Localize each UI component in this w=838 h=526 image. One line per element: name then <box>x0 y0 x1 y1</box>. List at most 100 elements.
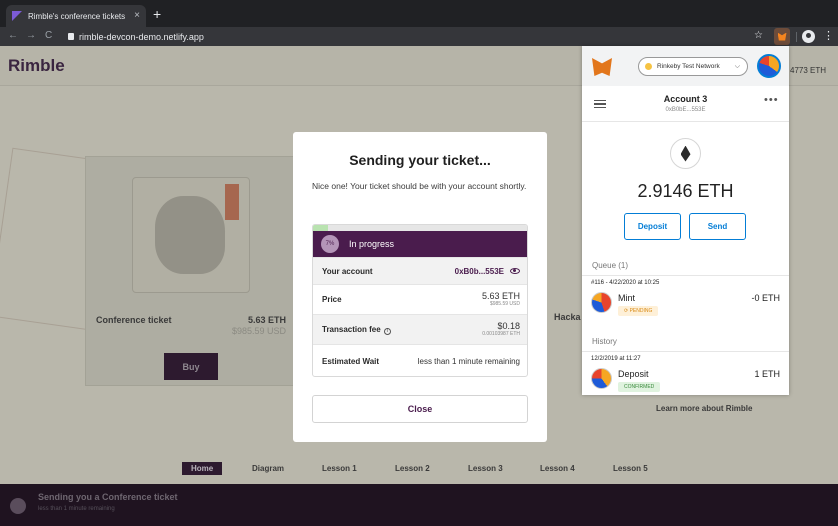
nav-lesson-4[interactable]: Lesson 4 <box>540 464 575 473</box>
status-label: In progress <box>349 239 395 249</box>
nav-home[interactable]: Home <box>182 462 223 475</box>
fee-eth: 0.00103987 ETH <box>482 330 520 337</box>
account-bar: Account 3 0xB0bE...553E ••• <box>582 86 789 122</box>
queue-divider <box>582 275 789 276</box>
fee-label-text: Transaction fee <box>322 324 381 334</box>
queue-transaction[interactable]: #116 - 4/22/2020 at 10:25 Mint -0 ETH ⟳ … <box>582 280 789 320</box>
ticket-price: 5.63 ETH <box>247 315 286 325</box>
modal-title: Sending your ticket... <box>349 152 491 168</box>
forward-icon[interactable]: → <box>26 29 36 43</box>
eth-balance: 2.9146 ETH <box>637 181 734 201</box>
browser-toolbar: ← → C rimble-devcon-demo.netlify.app ☆ ⋮ <box>0 27 838 46</box>
chevron-down-icon: ⌵ <box>734 62 740 70</box>
tab-close-icon[interactable]: × <box>134 11 140 21</box>
modal-description: Nice one! Your ticket should be with you… <box>312 181 527 191</box>
account-avatar[interactable] <box>757 54 781 78</box>
account-address: 0xB0b...553E <box>455 267 520 276</box>
header-eth-balance: 4773 ETH <box>790 66 827 75</box>
ticket-title: Conference ticket <box>96 315 172 325</box>
price-value: 5.63 ETH $985.59 USD <box>481 290 520 308</box>
wait-label: Estimated Wait <box>322 357 380 366</box>
learn-more-link[interactable]: Learn more about Rimble <box>656 404 752 413</box>
account-address-text: 0xB0b...553E <box>454 266 504 276</box>
back-icon[interactable]: ← <box>8 29 18 43</box>
lock-icon <box>68 33 74 40</box>
fee-usd: $0.18 <box>497 320 520 331</box>
network-status-icon <box>645 63 652 70</box>
status-banner: 7% In progress <box>313 231 527 257</box>
toast-title: Sending you a Conference ticket <box>38 492 178 502</box>
profile-avatar-icon[interactable] <box>802 30 815 43</box>
network-selector[interactable]: Rinkeby Test Network ⌵ <box>638 57 748 76</box>
metamask-popup: Rinkeby Test Network ⌵ Account 3 0xB0bE.… <box>582 46 789 395</box>
lesson-nav: Home Diagram Lesson 1 Lesson 2 Lesson 3 … <box>0 458 838 480</box>
fee-label: Transaction fee i <box>322 325 391 335</box>
pending-badge: ⟳ PENDING <box>618 306 659 316</box>
ticket-usd: $985.59 USD <box>231 326 286 336</box>
ethereum-icon <box>670 138 701 169</box>
close-button[interactable]: Close <box>312 395 528 423</box>
tx-identicon <box>591 292 612 313</box>
history-label: History <box>592 337 617 346</box>
history-divider <box>582 351 789 352</box>
new-tab-button[interactable]: + <box>153 7 161 21</box>
tx-identicon <box>591 368 612 389</box>
bookmark-star-icon[interactable]: ☆ <box>754 29 763 43</box>
row-price: Price 5.63 ETH $985.59 USD <box>313 284 527 314</box>
rimble-logo[interactable]: Rimble <box>8 56 65 76</box>
browser-tab-bar: Rimble's conference tickets × + <box>0 0 838 27</box>
tx-date: #116 - 4/22/2020 at 10:25 <box>591 280 660 286</box>
browser-menu-icon[interactable]: ⋮ <box>823 29 834 43</box>
fee-value: $0.18 0.00103987 ETH <box>482 320 520 338</box>
hackathon-card-title: Hacka <box>554 312 581 322</box>
tx-date: 12/2/2019 at 11:27 <box>591 356 641 362</box>
metamask-extension-button[interactable] <box>774 28 790 45</box>
browser-tab[interactable]: Rimble's conference tickets × <box>6 5 146 27</box>
buy-button[interactable]: Buy <box>164 353 218 380</box>
nav-lesson-5[interactable]: Lesson 5 <box>613 464 648 473</box>
row-account: Your account 0xB0b...553E <box>313 257 527 284</box>
account-label: Your account <box>322 266 373 276</box>
metamask-logo-icon <box>592 58 612 76</box>
price-eth: 5.63 ETH <box>481 290 520 301</box>
nav-lesson-3[interactable]: Lesson 3 <box>468 464 503 473</box>
tx-amount: -0 ETH <box>751 293 780 303</box>
tx-name: Mint <box>618 293 636 303</box>
tab-title: Rimble's conference tickets <box>28 11 126 21</box>
deposit-button[interactable]: Deposit <box>624 213 681 240</box>
history-transaction[interactable]: 12/2/2019 at 11:27 Deposit 1 ETH CONFIRM… <box>582 356 789 396</box>
eye-icon[interactable] <box>510 268 520 274</box>
progress-toast: Sending you a Conference ticket less tha… <box>0 484 838 526</box>
queue-label: Queue (1) <box>592 261 629 270</box>
address-bar[interactable]: rimble-devcon-demo.netlify.app <box>62 29 782 44</box>
account-address-short[interactable]: 0xB0bE...553E <box>582 107 789 113</box>
wait-value: less than 1 minute remaining <box>417 357 520 366</box>
metamask-fox-icon <box>777 32 787 41</box>
info-icon[interactable]: i <box>383 327 391 335</box>
toolbar-divider <box>796 32 797 42</box>
ticket-card: Conference ticket 5.63 ETH $985.59 USD B… <box>85 156 295 386</box>
row-fee: Transaction fee i $0.18 0.00103987 ETH <box>313 314 527 344</box>
tx-amount: 1 ETH <box>754 369 780 379</box>
price-usd: $985.59 USD <box>489 300 520 307</box>
rimble-favicon-icon <box>12 11 22 21</box>
nav-diagram[interactable]: Diagram <box>252 464 284 473</box>
account-options-icon[interactable]: ••• <box>764 94 779 106</box>
toast-subtitle: less than 1 minute remaining <box>38 506 115 512</box>
send-button[interactable]: Send <box>689 213 746 240</box>
metamask-header: Rinkeby Test Network ⌵ <box>582 46 789 86</box>
ticket-artwork <box>132 177 250 293</box>
row-wait: Estimated Wait less than 1 minute remain… <box>313 344 527 376</box>
progress-percent-badge: 7% <box>321 235 339 253</box>
nav-lesson-1[interactable]: Lesson 1 <box>322 464 357 473</box>
price-label: Price <box>322 295 342 304</box>
pending-badge-text: PENDING <box>629 308 653 314</box>
reload-icon[interactable]: C <box>45 29 52 43</box>
nav-lesson-2[interactable]: Lesson 2 <box>395 464 430 473</box>
toast-status-icon <box>10 498 26 514</box>
network-name: Rinkeby Test Network <box>657 63 720 70</box>
ethereum-diamond <box>680 145 691 162</box>
account-name[interactable]: Account 3 <box>582 94 789 104</box>
confirmed-badge: CONFIRMED <box>618 382 661 392</box>
sending-ticket-modal: Sending your ticket... Nice one! Your ti… <box>293 132 547 442</box>
